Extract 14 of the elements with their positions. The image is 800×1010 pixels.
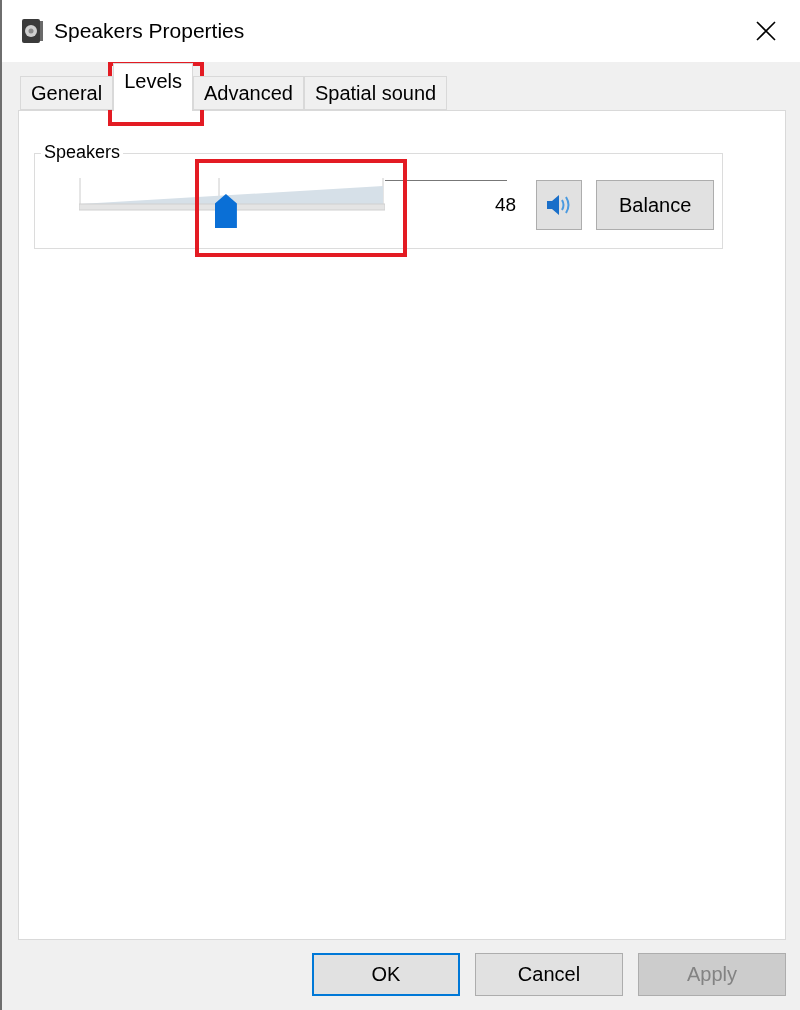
dialog-button[interactable]: OK <box>312 953 460 996</box>
tab[interactable]: Spatial sound <box>303 76 448 110</box>
window-title: Speakers Properties <box>54 19 245 43</box>
dialog-button[interactable]: Cancel <box>475 953 623 996</box>
device-label: Speakers <box>41 142 124 163</box>
tab[interactable]: General <box>20 76 114 110</box>
balance-button[interactable]: Balance <box>596 180 715 230</box>
tab[interactable]: Advanced <box>192 76 304 110</box>
volume-slider[interactable] <box>79 178 385 230</box>
speaker-device-icon <box>20 18 44 44</box>
tab[interactable]: Levels <box>113 63 193 111</box>
mute-button[interactable] <box>536 180 583 230</box>
close-icon <box>756 21 776 41</box>
volume-value: 48 <box>495 194 517 216</box>
